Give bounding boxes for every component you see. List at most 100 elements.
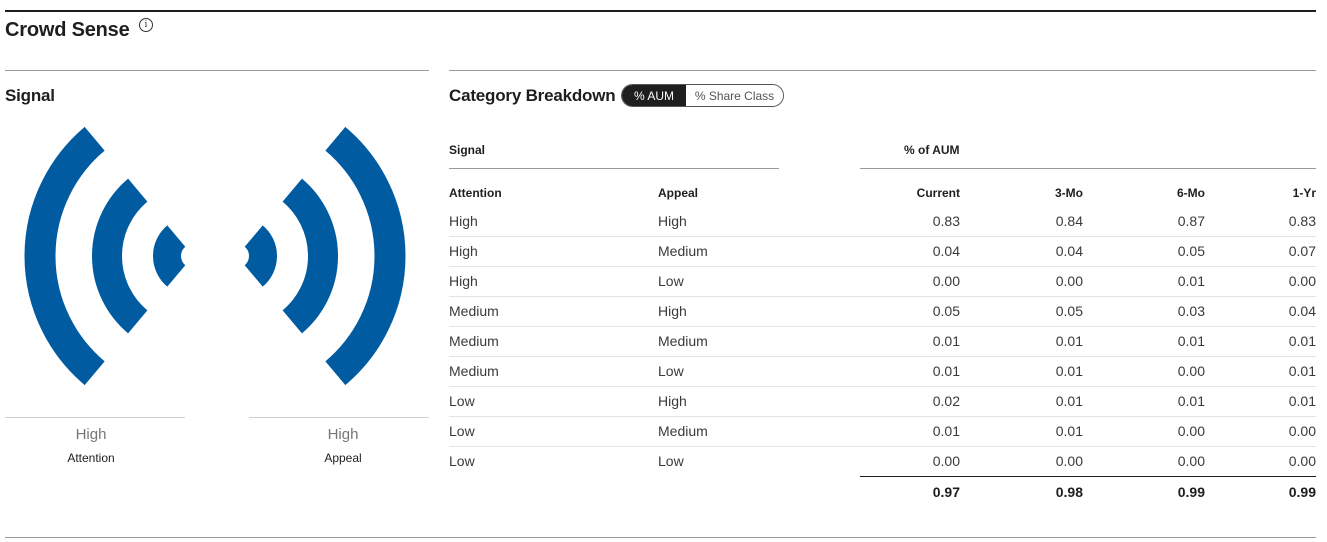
cell-value: 0.00	[1288, 273, 1316, 289]
cell-appeal: Medium	[658, 333, 708, 349]
cell-value: 0.01	[1055, 393, 1083, 409]
page-title: Crowd Sense	[5, 19, 130, 41]
attention-arc-inner	[153, 225, 187, 287]
cell-value: 0.01	[1177, 273, 1205, 289]
attention-divider	[5, 417, 185, 418]
cell-value: 0.00	[1055, 453, 1083, 469]
appeal-value: High	[327, 426, 359, 443]
cell-attention: High	[449, 273, 478, 289]
total-value: 0.97	[932, 484, 960, 500]
cell-value: 0.01	[932, 363, 960, 379]
toggle-share-class[interactable]: % Share Class	[686, 85, 783, 106]
group-header-signal: Signal	[449, 143, 486, 157]
total-value: 0.99	[1288, 484, 1316, 500]
cell-value: 0.04	[1055, 243, 1083, 259]
cell-value: 0.00	[1177, 453, 1205, 469]
cell-appeal: Low	[658, 363, 684, 379]
cell-value: 0.01	[932, 423, 960, 439]
cell-appeal: Medium	[658, 423, 708, 439]
signal-divider	[5, 70, 429, 71]
cell-value: 0.01	[932, 333, 960, 349]
total-value: 0.99	[1177, 484, 1205, 500]
signal-heading: Signal	[5, 86, 55, 105]
cell-value: 0.00	[1055, 273, 1083, 289]
cell-value: 0.01	[1177, 333, 1205, 349]
appeal-divider	[249, 417, 429, 418]
breakdown-heading: Category Breakdown	[449, 86, 616, 105]
cell-value: 0.01	[1055, 363, 1083, 379]
cell-attention: Medium	[449, 303, 499, 319]
cell-value: 0.04	[1288, 303, 1316, 319]
col-header-6mo: 6-Mo	[1177, 186, 1205, 200]
col-header-3mo: 3-Mo	[1055, 186, 1083, 200]
total-value: 0.98	[1055, 484, 1083, 500]
cell-attention: Low	[449, 423, 475, 439]
cell-value: 0.03	[1177, 303, 1205, 319]
row-divider	[449, 296, 1316, 297]
cell-attention: High	[449, 243, 478, 259]
cell-value: 0.05	[1055, 303, 1083, 319]
cell-value: 0.00	[1177, 363, 1205, 379]
row-divider	[449, 326, 1316, 327]
group-header-aum: % of AUM	[904, 143, 960, 157]
row-divider	[449, 266, 1316, 267]
cell-value: 0.02	[932, 393, 960, 409]
attention-label: Attention	[67, 451, 115, 465]
cell-appeal: High	[658, 303, 687, 319]
aum-group-rule	[860, 168, 1316, 169]
cell-value: 0.01	[1055, 333, 1083, 349]
cell-value: 0.01	[1288, 393, 1316, 409]
col-header-current: Current	[916, 186, 960, 200]
cell-attention: Low	[449, 453, 475, 469]
attention-arc-outer	[24, 126, 105, 386]
attention-arc-middle	[92, 178, 148, 334]
breakdown-divider	[449, 70, 1316, 71]
cell-attention: Low	[449, 393, 475, 409]
bottom-divider	[5, 537, 1316, 538]
cell-value: 0.83	[932, 213, 960, 229]
cell-value: 0.07	[1288, 243, 1316, 259]
cell-value: 0.84	[1055, 213, 1083, 229]
col-header-attention: Attention	[449, 186, 502, 200]
cell-appeal: High	[658, 393, 687, 409]
cell-appeal: Low	[658, 453, 684, 469]
signal-graphic	[24, 126, 406, 386]
col-header-appeal: Appeal	[658, 186, 699, 200]
cell-value: 0.05	[1177, 243, 1205, 259]
cell-value: 0.01	[1055, 423, 1083, 439]
cell-value: 0.01	[1288, 333, 1316, 349]
cell-value: 0.00	[1288, 423, 1316, 439]
cell-value: 0.01	[1288, 363, 1316, 379]
info-icon[interactable]: i	[139, 18, 153, 32]
cell-value: 0.00	[1288, 453, 1316, 469]
row-divider	[449, 386, 1316, 387]
cell-value: 0.83	[1288, 213, 1316, 229]
attention-value: High	[75, 426, 107, 443]
cell-value: 0.00	[932, 453, 960, 469]
cell-appeal: Medium	[658, 243, 708, 259]
row-divider	[449, 446, 1316, 447]
cell-value: 0.00	[932, 273, 960, 289]
row-divider	[449, 416, 1316, 417]
totals-rule	[860, 476, 1316, 477]
cell-value: 0.04	[932, 243, 960, 259]
appeal-arc-inner	[243, 225, 277, 287]
aum-shareclass-toggle: % AUM % Share Class	[621, 84, 784, 107]
appeal-arc-middle	[282, 178, 338, 334]
row-divider	[449, 356, 1316, 357]
toggle-aum[interactable]: % AUM	[622, 85, 686, 106]
cell-value: 0.00	[1177, 423, 1205, 439]
cell-value: 0.05	[932, 303, 960, 319]
cell-attention: High	[449, 213, 478, 229]
cell-appeal: High	[658, 213, 687, 229]
cell-value: 0.01	[1177, 393, 1205, 409]
appeal-label: Appeal	[324, 451, 362, 465]
cell-attention: Medium	[449, 333, 499, 349]
signal-group-rule	[449, 168, 779, 169]
cell-appeal: Low	[658, 273, 684, 289]
appeal-arc-outer	[325, 126, 406, 386]
col-header-1yr: 1-Yr	[1292, 186, 1316, 200]
cell-attention: Medium	[449, 363, 499, 379]
top-divider	[5, 10, 1316, 12]
row-divider	[449, 236, 1316, 237]
